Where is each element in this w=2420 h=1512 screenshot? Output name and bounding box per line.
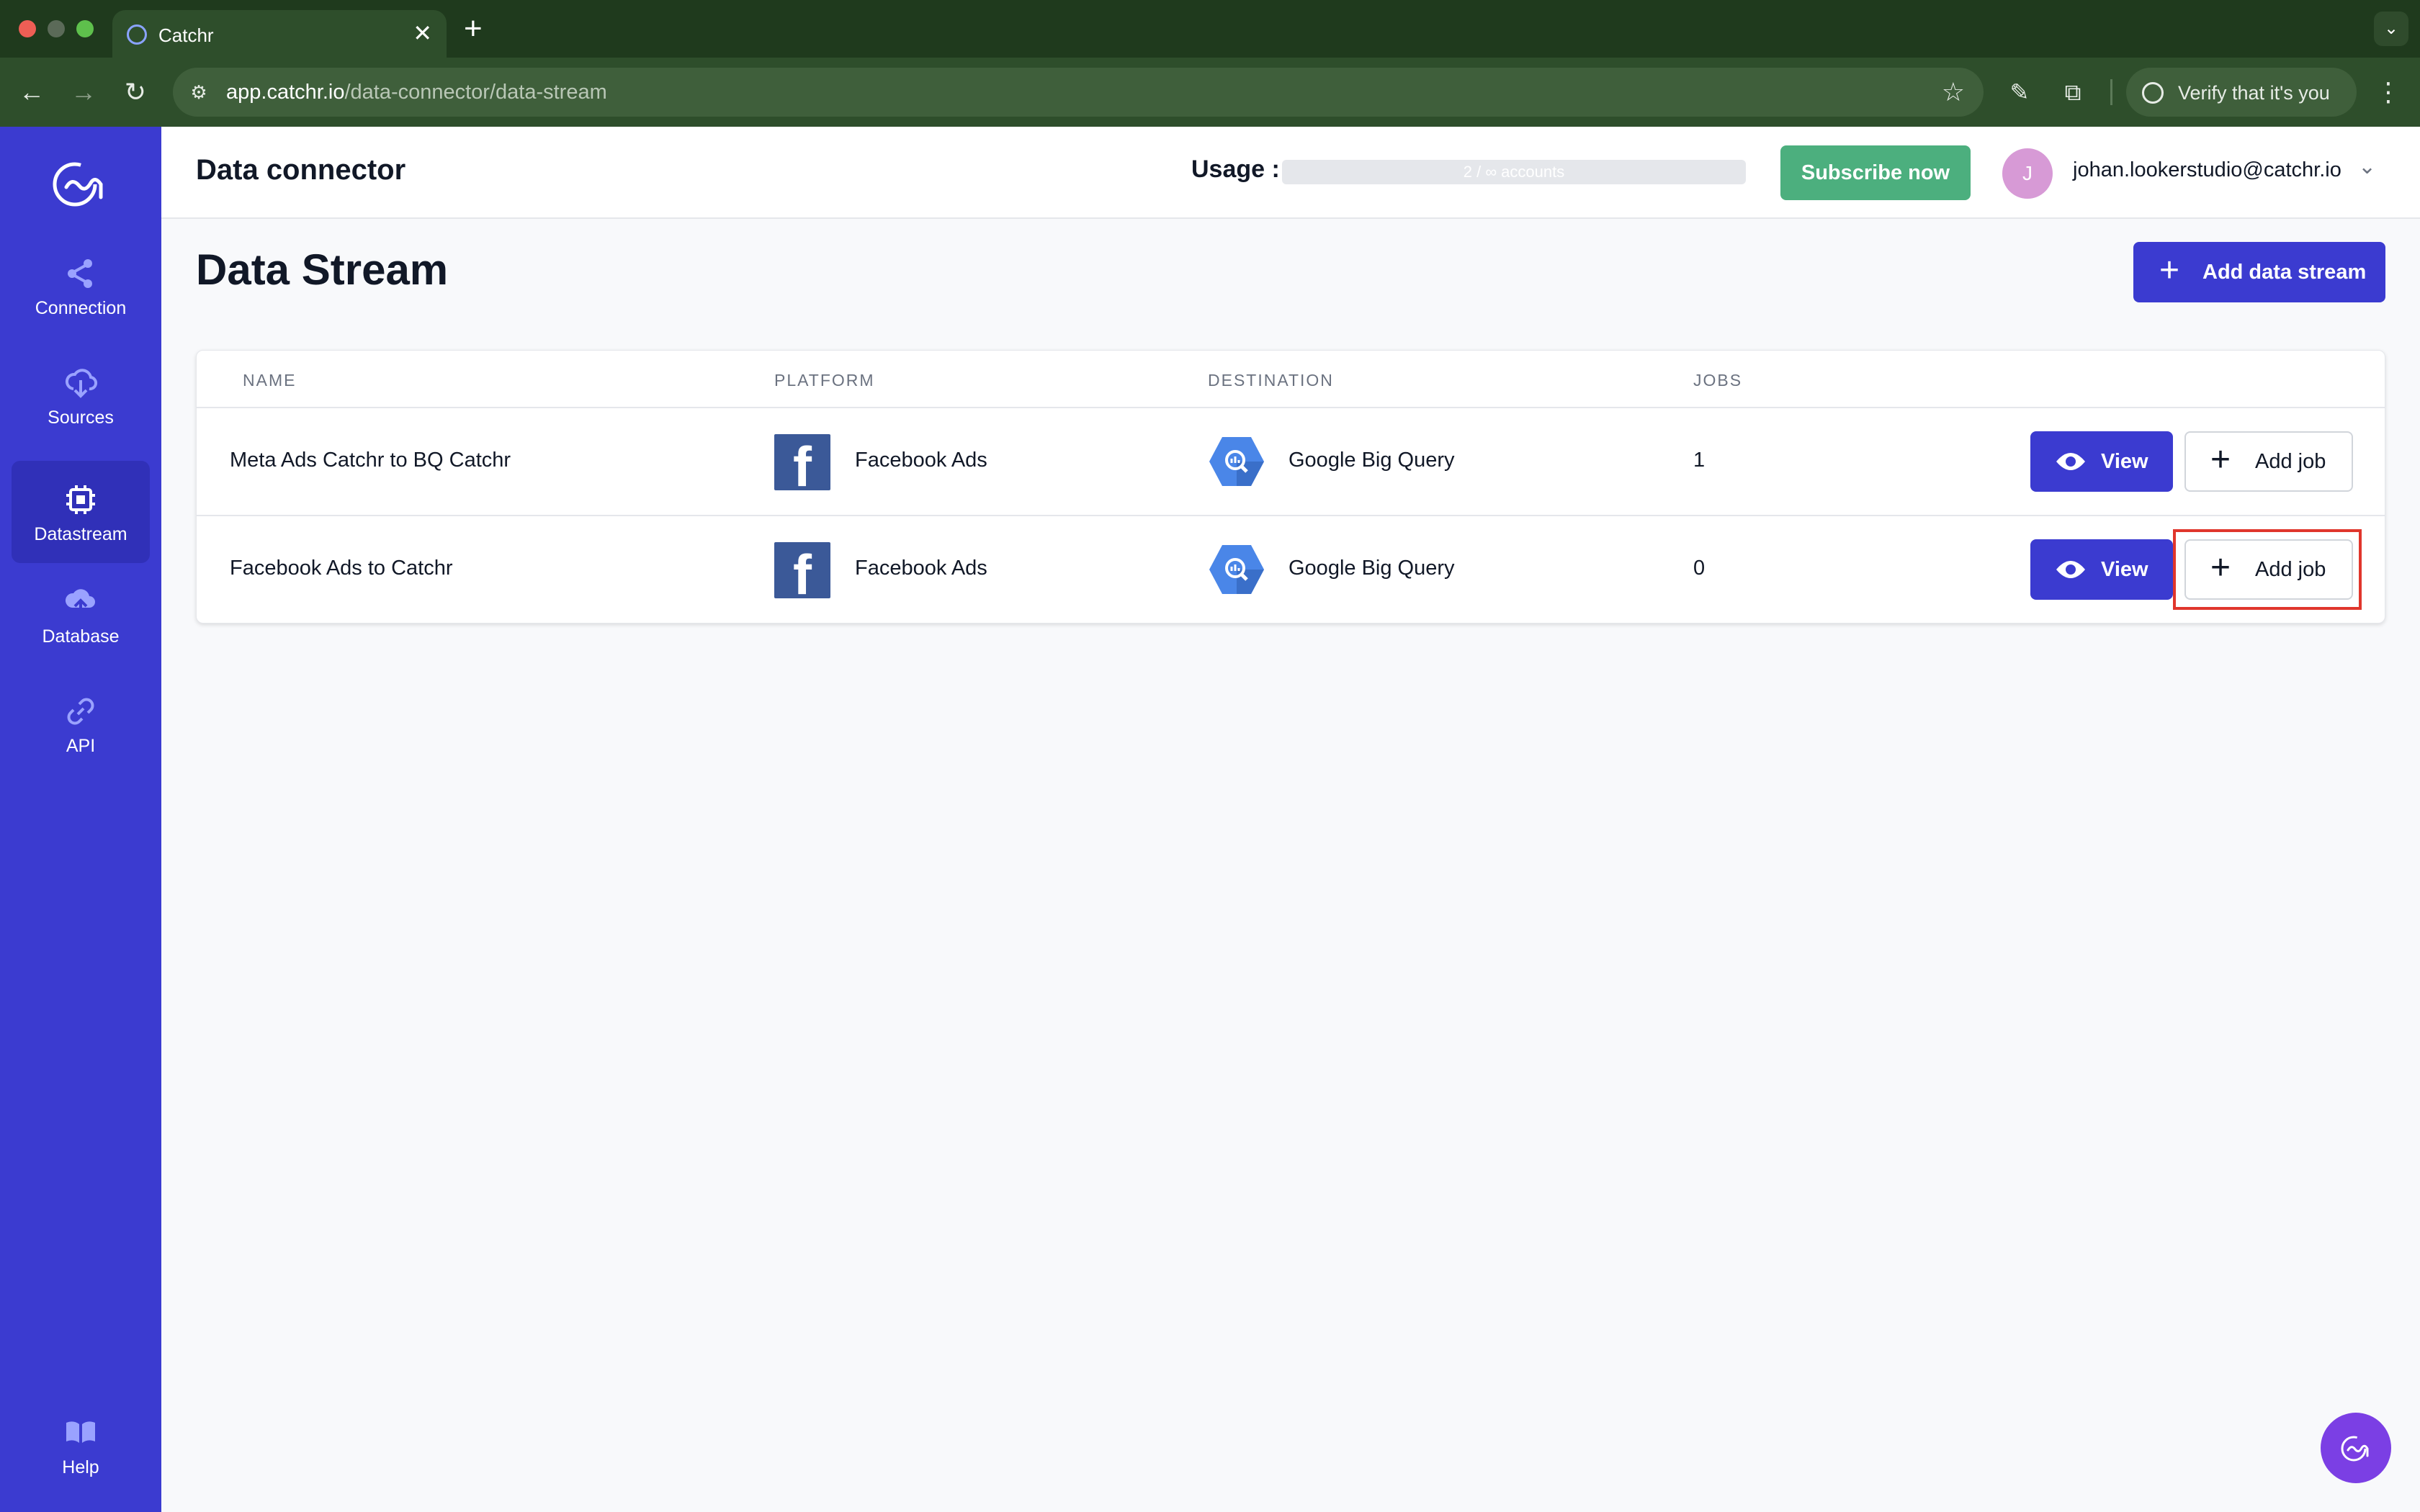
add-job-label: Add job	[2255, 450, 2326, 473]
verify-identity-button[interactable]: Verify that it's you	[2126, 68, 2357, 117]
add-data-stream-label: Add data stream	[2202, 261, 2367, 284]
user-email[interactable]: johan.lookerstudio@catchr.io	[2073, 158, 2341, 182]
avatar[interactable]: J	[2002, 148, 2053, 199]
plus-icon: +	[2159, 251, 2180, 289]
sidebar-item-label: Sources	[48, 408, 114, 428]
view-label: View	[2101, 558, 2148, 581]
link-icon	[63, 694, 98, 729]
eye-icon	[2056, 561, 2085, 578]
share-icon	[63, 256, 98, 291]
table-row: Facebook Ads to Catchr f Facebook Ads Go…	[197, 516, 2385, 624]
url-text: app.catchr.io/data-connector/data-stream	[226, 81, 607, 104]
chevron-down-icon[interactable]: ⌄	[2358, 154, 2376, 179]
sidebar-item-label: Connection	[35, 298, 127, 318]
browser-menu-icon[interactable]: ⋮	[2374, 72, 2403, 112]
book-icon	[63, 1416, 98, 1450]
bookmark-star-icon[interactable]: ☆	[1942, 76, 1965, 108]
tab-bar: Catchr ✕ + ⌄	[0, 0, 2420, 58]
bigquery-icon	[1209, 545, 1264, 594]
sidebar-item-connection[interactable]: Connection	[12, 235, 150, 337]
verify-label: Verify that it's you	[2178, 82, 2330, 104]
destination-name: Google Big Query	[1289, 557, 1455, 580]
bigquery-icon	[1209, 437, 1264, 486]
stream-name: Facebook Ads to Catchr	[230, 557, 453, 580]
chip-icon	[63, 482, 98, 517]
facebook-icon: f	[774, 434, 830, 490]
browser-toolbar: ← → ↻ ⚙ app.catchr.io/data-connector/dat…	[0, 58, 2420, 127]
tab-search-chevron-icon[interactable]: ⌄	[2374, 12, 2408, 46]
cloud-upload-icon	[63, 585, 98, 619]
usage-progress-bar: 2 / ∞ accounts	[1282, 160, 1746, 184]
destination-name: Google Big Query	[1289, 449, 1455, 472]
site-settings-icon[interactable]: ⚙	[186, 79, 212, 105]
platform-name: Facebook Ads	[855, 557, 987, 580]
table-row: Meta Ads Catchr to BQ Catchr f Facebook …	[197, 408, 2385, 516]
view-button[interactable]: View	[2030, 539, 2173, 600]
sidebar-item-database[interactable]: Database	[12, 563, 150, 665]
data-stream-table: NAME PLATFORM DESTINATION JOBS Meta Ads …	[196, 350, 2385, 624]
minimize-window-button[interactable]	[48, 20, 65, 37]
sidebar: Connection Sources Datastream Database A…	[0, 127, 161, 1512]
toolbar-divider	[2110, 79, 2112, 105]
view-button[interactable]: View	[2030, 431, 2173, 492]
browser-chrome: Catchr ✕ + ⌄ ← → ↻ ⚙ app.catchr.io/data-…	[0, 0, 2420, 127]
facebook-icon: f	[774, 542, 830, 598]
maximize-window-button[interactable]	[76, 20, 94, 37]
usage-label: Usage :	[1191, 156, 1280, 183]
platform-name: Facebook Ads	[855, 449, 987, 472]
address-bar[interactable]: ⚙ app.catchr.io/data-connector/data-stre…	[173, 68, 1984, 117]
page-title: Data Stream	[196, 246, 449, 294]
view-label: View	[2101, 450, 2148, 473]
eye-icon	[2056, 453, 2085, 470]
close-window-button[interactable]	[19, 20, 36, 37]
add-job-label: Add job	[2255, 558, 2326, 581]
tab-title: Catchr	[158, 24, 214, 46]
reload-icon[interactable]: ↻	[117, 73, 154, 111]
back-arrow-icon[interactable]: ←	[13, 73, 50, 111]
plus-icon: +	[2210, 549, 2231, 587]
eyedropper-icon[interactable]: ✎	[2002, 75, 2037, 109]
browser-tab[interactable]: Catchr ✕	[112, 10, 447, 58]
sidebar-item-datastream[interactable]: Datastream	[12, 461, 150, 563]
add-job-button[interactable]: + Add job	[2184, 431, 2353, 492]
cloud-download-icon	[63, 366, 98, 400]
tab-close-icon[interactable]: ✕	[413, 20, 432, 46]
column-header-jobs: JOBS	[1693, 371, 1743, 390]
subscribe-now-button[interactable]: Subscribe now	[1780, 145, 1971, 200]
usage-text: 2 / ∞ accounts	[1463, 163, 1565, 181]
forward-arrow-icon[interactable]: →	[65, 73, 102, 111]
sidebar-item-api[interactable]: API	[12, 672, 150, 775]
catchr-chat-icon	[2341, 1436, 2369, 1462]
sidebar-item-help[interactable]: Help	[12, 1394, 150, 1496]
new-tab-button[interactable]: +	[464, 12, 483, 46]
sidebar-item-label: Datastream	[34, 524, 127, 544]
add-job-button[interactable]: + Add job	[2184, 539, 2353, 600]
stream-name: Meta Ads Catchr to BQ Catchr	[230, 449, 511, 472]
sidebar-item-sources[interactable]: Sources	[12, 344, 150, 446]
catchr-logo-icon[interactable]	[45, 156, 117, 210]
app-header: Data connector Usage : 2 / ∞ accounts Su…	[161, 127, 2420, 219]
catchr-favicon-icon	[127, 24, 147, 45]
column-header-platform: PLATFORM	[774, 371, 875, 390]
table-header: NAME PLATFORM DESTINATION JOBS	[197, 351, 2385, 408]
sidebar-item-label: API	[66, 736, 96, 756]
column-header-destination: DESTINATION	[1208, 371, 1334, 390]
jobs-count: 0	[1693, 557, 1706, 580]
column-header-name: NAME	[243, 371, 297, 390]
extensions-puzzle-icon[interactable]: ⧉	[2056, 75, 2090, 109]
profile-icon	[2142, 82, 2164, 104]
sidebar-item-label: Database	[42, 626, 120, 647]
add-data-stream-button[interactable]: + Add data stream	[2133, 242, 2385, 302]
chat-support-button[interactable]	[2321, 1413, 2391, 1483]
app-title: Data connector	[196, 154, 406, 186]
sidebar-item-label: Help	[62, 1457, 99, 1477]
plus-icon: +	[2210, 441, 2231, 479]
jobs-count: 1	[1693, 449, 1706, 472]
